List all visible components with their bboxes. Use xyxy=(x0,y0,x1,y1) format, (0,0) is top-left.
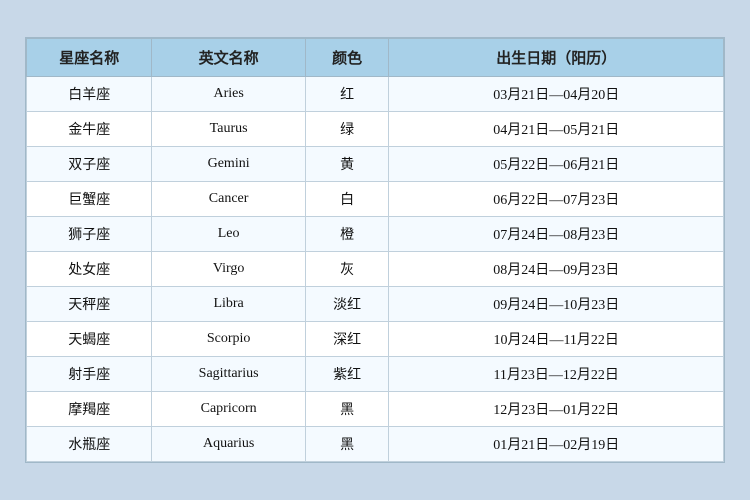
cell-date: 12月23日—01月22日 xyxy=(389,392,724,427)
cell-date: 04月21日—05月21日 xyxy=(389,112,724,147)
cell-color: 淡红 xyxy=(305,287,389,322)
header-date: 出生日期（阳历） xyxy=(389,39,724,77)
cell-en: Cancer xyxy=(152,182,305,217)
cell-en: Scorpio xyxy=(152,322,305,357)
cell-en: Aquarius xyxy=(152,427,305,462)
table-row: 天秤座Libra淡红09月24日—10月23日 xyxy=(27,287,724,322)
table-row: 巨蟹座Cancer白06月22日—07月23日 xyxy=(27,182,724,217)
cell-date: 08月24日—09月23日 xyxy=(389,252,724,287)
cell-color: 橙 xyxy=(305,217,389,252)
header-en: 英文名称 xyxy=(152,39,305,77)
cell-zh: 摩羯座 xyxy=(27,392,152,427)
zodiac-table: 星座名称 英文名称 颜色 出生日期（阳历） 白羊座Aries红03月21日—04… xyxy=(26,38,724,462)
cell-color: 红 xyxy=(305,77,389,112)
cell-color: 黑 xyxy=(305,427,389,462)
cell-color: 紫红 xyxy=(305,357,389,392)
cell-en: Virgo xyxy=(152,252,305,287)
table-row: 处女座Virgo灰08月24日—09月23日 xyxy=(27,252,724,287)
cell-color: 黄 xyxy=(305,147,389,182)
cell-zh: 处女座 xyxy=(27,252,152,287)
cell-en: Taurus xyxy=(152,112,305,147)
cell-zh: 天秤座 xyxy=(27,287,152,322)
table-row: 白羊座Aries红03月21日—04月20日 xyxy=(27,77,724,112)
cell-zh: 射手座 xyxy=(27,357,152,392)
cell-date: 10月24日—11月22日 xyxy=(389,322,724,357)
cell-color: 灰 xyxy=(305,252,389,287)
cell-color: 黑 xyxy=(305,392,389,427)
cell-date: 05月22日—06月21日 xyxy=(389,147,724,182)
cell-zh: 狮子座 xyxy=(27,217,152,252)
cell-en: Leo xyxy=(152,217,305,252)
cell-en: Libra xyxy=(152,287,305,322)
cell-zh: 金牛座 xyxy=(27,112,152,147)
table-row: 金牛座Taurus绿04月21日—05月21日 xyxy=(27,112,724,147)
cell-zh: 天蝎座 xyxy=(27,322,152,357)
cell-color: 深红 xyxy=(305,322,389,357)
cell-color: 绿 xyxy=(305,112,389,147)
cell-zh: 巨蟹座 xyxy=(27,182,152,217)
table-row: 狮子座Leo橙07月24日—08月23日 xyxy=(27,217,724,252)
cell-en: Gemini xyxy=(152,147,305,182)
cell-date: 11月23日—12月22日 xyxy=(389,357,724,392)
cell-en: Sagittarius xyxy=(152,357,305,392)
table-row: 双子座Gemini黄05月22日—06月21日 xyxy=(27,147,724,182)
table-header-row: 星座名称 英文名称 颜色 出生日期（阳历） xyxy=(27,39,724,77)
cell-date: 03月21日—04月20日 xyxy=(389,77,724,112)
cell-date: 01月21日—02月19日 xyxy=(389,427,724,462)
table-row: 射手座Sagittarius紫红11月23日—12月22日 xyxy=(27,357,724,392)
cell-zh: 水瓶座 xyxy=(27,427,152,462)
zodiac-table-container: 星座名称 英文名称 颜色 出生日期（阳历） 白羊座Aries红03月21日—04… xyxy=(25,37,725,463)
header-color: 颜色 xyxy=(305,39,389,77)
cell-date: 07月24日—08月23日 xyxy=(389,217,724,252)
header-zh: 星座名称 xyxy=(27,39,152,77)
table-row: 天蝎座Scorpio深红10月24日—11月22日 xyxy=(27,322,724,357)
cell-zh: 白羊座 xyxy=(27,77,152,112)
cell-en: Capricorn xyxy=(152,392,305,427)
cell-date: 09月24日—10月23日 xyxy=(389,287,724,322)
cell-en: Aries xyxy=(152,77,305,112)
table-body: 白羊座Aries红03月21日—04月20日金牛座Taurus绿04月21日—0… xyxy=(27,77,724,462)
cell-zh: 双子座 xyxy=(27,147,152,182)
table-row: 水瓶座Aquarius黑01月21日—02月19日 xyxy=(27,427,724,462)
cell-date: 06月22日—07月23日 xyxy=(389,182,724,217)
table-row: 摩羯座Capricorn黑12月23日—01月22日 xyxy=(27,392,724,427)
cell-color: 白 xyxy=(305,182,389,217)
